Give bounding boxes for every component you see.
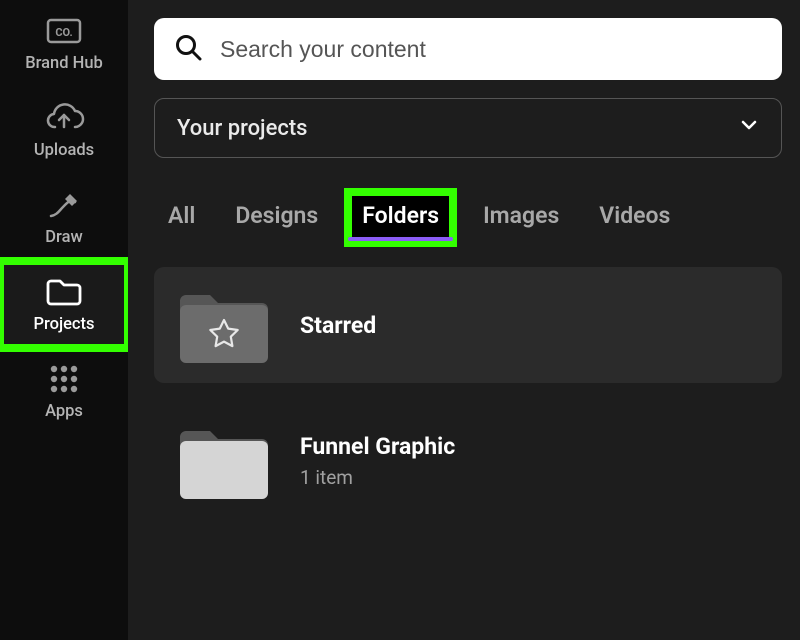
sidebar-item-label: Brand Hub [25, 54, 103, 73]
search-input[interactable] [220, 36, 762, 63]
folder-row-starred[interactable]: Starred [154, 267, 782, 383]
sidebar-item-draw[interactable]: Draw [0, 174, 128, 261]
folder-thumb [176, 423, 272, 499]
tab-videos[interactable]: Videos [593, 196, 676, 239]
sidebar-item-label: Uploads [34, 141, 94, 160]
chevron-down-icon [739, 115, 759, 141]
sidebar-item-projects[interactable]: Projects [0, 261, 128, 348]
tabs: All Designs Folders Images Videos [154, 196, 782, 239]
folder-list: Starred Funnel Graphic 1 item [154, 267, 782, 519]
folder-info: Funnel Graphic 1 item [300, 433, 455, 489]
folder-name: Starred [300, 312, 376, 339]
folder-info: Starred [300, 312, 376, 339]
folder-name: Funnel Graphic [300, 433, 455, 460]
projects-dropdown[interactable]: Your projects [154, 98, 782, 158]
sidebar-item-uploads[interactable]: Uploads [0, 87, 128, 174]
search-icon [174, 33, 202, 65]
tab-images[interactable]: Images [477, 196, 565, 239]
sidebar: CO. Brand Hub Uploads Draw Project [0, 0, 128, 640]
folder-row-funnel-graphic[interactable]: Funnel Graphic 1 item [154, 403, 782, 519]
sidebar-item-label: Apps [45, 402, 83, 421]
tab-all[interactable]: All [162, 196, 201, 239]
folder-meta: 1 item [300, 466, 455, 489]
svg-text:CO.: CO. [55, 26, 72, 39]
search-bar[interactable] [154, 18, 782, 80]
sidebar-item-apps[interactable]: Apps [0, 348, 128, 435]
sidebar-item-brand-hub[interactable]: CO. Brand Hub [0, 0, 128, 87]
draw-icon [45, 186, 83, 224]
apps-grid-icon [48, 360, 80, 398]
dropdown-label: Your projects [177, 116, 308, 141]
tab-folders[interactable]: Folders [352, 196, 449, 239]
folder-front [180, 305, 268, 363]
star-icon [207, 317, 241, 351]
folder-icon [44, 273, 84, 311]
sidebar-item-label: Projects [33, 315, 94, 334]
sidebar-item-label: Draw [45, 228, 82, 247]
cloud-upload-icon [43, 99, 85, 137]
tab-designs[interactable]: Designs [229, 196, 324, 239]
main-panel: Your projects All Designs Folders Images… [128, 0, 800, 640]
brand-hub-icon: CO. [44, 12, 84, 50]
folder-front [180, 441, 268, 499]
folder-thumb [176, 287, 272, 363]
